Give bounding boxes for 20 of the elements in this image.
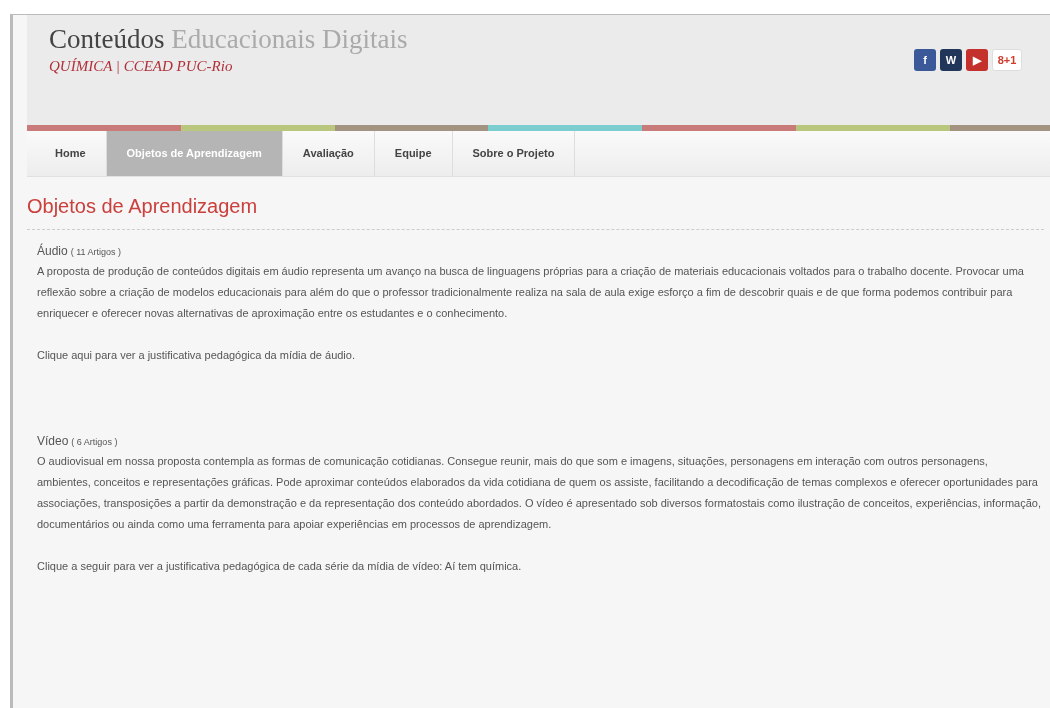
facebook-link[interactable]: f [914, 49, 936, 71]
section-paragraph: A proposta de produção de conteúdos digitais em áudio representa um avanço na busca de linguagens próprias para a criação de materiais educacionais voltados para o trabalho docente. Provocar uma reflexão sobre a criação de modelos educacionais para além do que o professor tradicionalmente realiza na sala de aula exige esforço a fim de descobrir quais e de que forma podemos contribuir para enriquecer e oferecer novas alternativas de aproximação entre os estudantes e o conhecimento. [37, 264, 1025, 321]
site-title: Conteúdos [49, 24, 165, 54]
section-title[interactable]: Vídeo [37, 432, 69, 450]
nav-tab[interactable]: Avaliação [282, 131, 375, 176]
article-count: ( 11 Artigos ) [70, 246, 122, 259]
section-paragraph: O audiovisual em nossa proposta contempla as formas de comunicação cotidianas. Consegue reunir, mais do que som e imagens, situações, personagens em interação com outros personagens, ambientes, conceitos e representações gráficas. Pode aproximar conteúdos elaborados da vida cotidiana de quem os assiste, facilitando a decodificação de temas complexos e oferecer oportunidades para associações, transposições a partir da demonstração e da representação dos conteúdo abordados. O vídeo é apresentado sob diversos formatostais como ilustração de conceitos, experiências, informação, documentários ou ainda como uma ferramenta para apoiar experiências em processos de aprendizagem. [37, 454, 1042, 532]
page-title: Objetos de Aprendizagem [27, 191, 1044, 230]
nav-tab[interactable]: Equipe [374, 131, 453, 176]
site-subtitle: QUÍMICA | CCEAD PUC-Rio [49, 57, 234, 76]
article-count: ( 6 Artigos ) [71, 436, 118, 449]
youtube-link[interactable]: ▶ [966, 49, 988, 71]
googleplus-link[interactable]: 8+1 [992, 49, 1022, 71]
section-paragraph: Clique a seguir para ver a justificativa pedagógica de cada série da mídia de vídeo: Aí tem química. [37, 559, 523, 574]
nav-tab[interactable]: Sobre o Projeto [452, 131, 576, 176]
section-title[interactable]: Áudio [37, 242, 68, 260]
nav-tab[interactable]: Home [35, 131, 107, 176]
section-paragraph: Clique aqui para ver a justificativa pedagógica da mídia de áudio. [37, 348, 356, 363]
site-title-subtitle: Educacionais Digitais [171, 24, 408, 54]
wordpress-link[interactable]: W [940, 49, 962, 71]
